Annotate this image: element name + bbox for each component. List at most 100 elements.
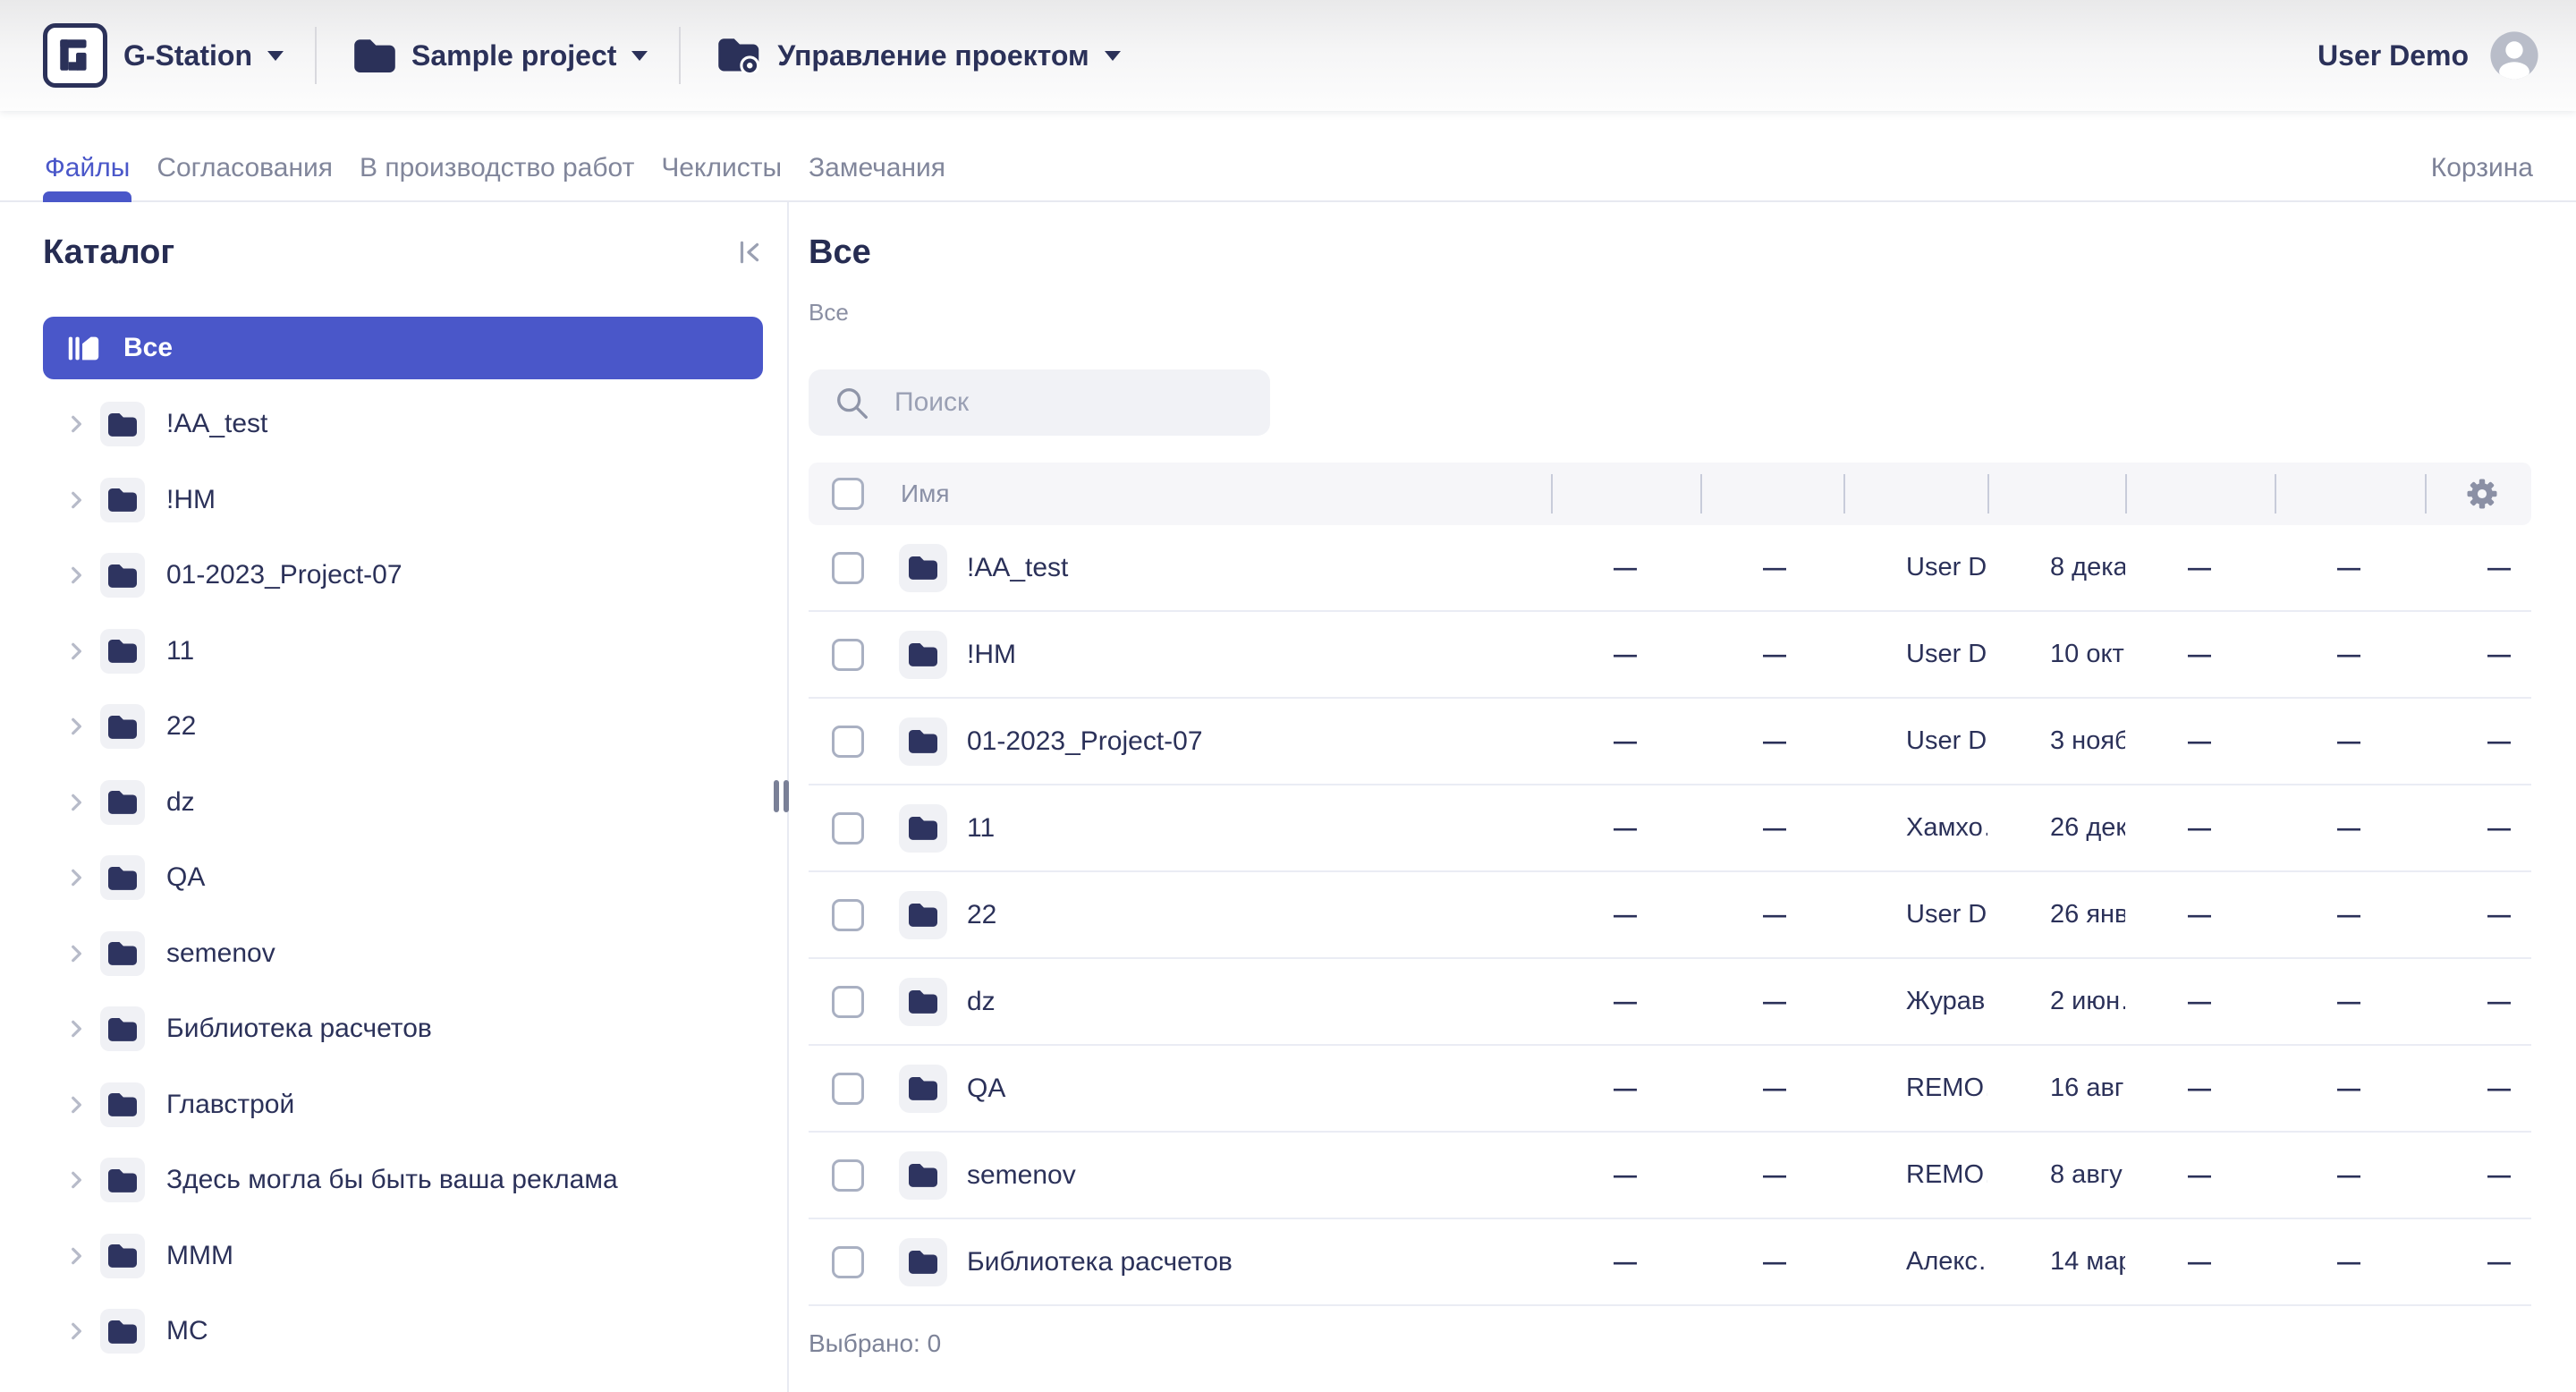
- table-row[interactable]: 11——Хамхо…26 дек…———: [809, 785, 2531, 872]
- tab-4[interactable]: Чеклисты: [659, 136, 784, 200]
- chevron-right-icon[interactable]: [64, 943, 88, 964]
- table-settings-gear-icon[interactable]: [2462, 474, 2502, 514]
- empty-cell: —: [2275, 901, 2425, 929]
- row-checkbox[interactable]: [832, 552, 864, 584]
- sidebar-item-all[interactable]: Все: [43, 317, 763, 379]
- folder-icon: [899, 631, 947, 679]
- folder-icon: [100, 1006, 145, 1051]
- empty-cell: —: [1700, 1161, 1843, 1189]
- column-divider[interactable]: [1551, 463, 1700, 525]
- column-divider[interactable]: [1843, 463, 1987, 525]
- row-checkbox[interactable]: [832, 1246, 864, 1278]
- tab-1[interactable]: Файлы: [43, 136, 131, 200]
- chevron-down-icon: [267, 50, 284, 62]
- chevron-right-icon[interactable]: [64, 716, 88, 737]
- owner-cell: User D…: [1843, 553, 1987, 582]
- tab-3[interactable]: В производство работ: [358, 136, 636, 200]
- search-input[interactable]: [809, 369, 1270, 436]
- row-checkbox[interactable]: [832, 1073, 864, 1105]
- column-divider[interactable]: [2125, 463, 2275, 525]
- table-row[interactable]: 22——User D…26 янв…———: [809, 872, 2531, 959]
- project-switcher[interactable]: Sample project: [354, 38, 648, 72]
- sidebar-folder-item[interactable]: МС: [43, 1294, 787, 1370]
- empty-cell: —: [2425, 1161, 2532, 1189]
- chevron-right-icon[interactable]: [64, 413, 88, 435]
- sidebar-folder-item[interactable]: Главстрой: [43, 1067, 787, 1143]
- folder-tree: !AA_test!HM01-2023_Project-0711 22 dzQAsem…: [43, 386, 787, 1370]
- user-menu[interactable]: User Demo: [2318, 30, 2540, 81]
- sidebar-folder-item[interactable]: Библиотека расчетов: [43, 991, 787, 1067]
- file-name: 01-2023_Project-07: [967, 726, 1203, 757]
- sidebar-folder-item[interactable]: !AA_test: [43, 386, 787, 463]
- section-switcher[interactable]: Управление проектом: [718, 38, 1121, 73]
- folder-label: Главстрой: [166, 1090, 294, 1120]
- empty-cell: —: [1700, 814, 1843, 842]
- app-switcher[interactable]: G-Station: [43, 23, 284, 88]
- empty-cell: —: [2125, 1248, 2275, 1276]
- collapse-sidebar-icon[interactable]: [735, 238, 764, 267]
- modified-cell: 2 июн…: [1987, 987, 2125, 1016]
- empty-cell: —: [1700, 988, 1843, 1015]
- chevron-right-icon[interactable]: [64, 489, 88, 511]
- row-checkbox[interactable]: [832, 639, 864, 671]
- chevron-right-icon[interactable]: [64, 1169, 88, 1191]
- folder-icon: [899, 1065, 947, 1113]
- empty-cell: —: [1551, 1161, 1700, 1189]
- folder-label: 22: [166, 711, 196, 742]
- row-checkbox[interactable]: [832, 726, 864, 758]
- tab-5[interactable]: Замечания: [807, 136, 947, 200]
- file-name: semenov: [967, 1160, 1076, 1191]
- sidebar-folder-item[interactable]: МММ: [43, 1218, 787, 1294]
- sidebar-folder-item[interactable]: 11: [43, 614, 787, 690]
- sidebar-title: Каталог: [43, 233, 174, 272]
- sidebar-folder-item[interactable]: semenov: [43, 916, 787, 992]
- row-checkbox[interactable]: [832, 899, 864, 931]
- table-row[interactable]: dz——Журав…2 июн…———: [809, 959, 2531, 1046]
- table-row[interactable]: QA——REMO…16 авг…———: [809, 1046, 2531, 1133]
- sidebar-item-label: Все: [123, 333, 173, 363]
- chevron-right-icon[interactable]: [64, 564, 88, 586]
- sidebar-folder-item[interactable]: !HM: [43, 463, 787, 539]
- table-row[interactable]: Библиотека расчетов——Алекс…14 мар…———: [809, 1219, 2531, 1306]
- empty-cell: —: [1700, 1074, 1843, 1102]
- folder-icon: [899, 891, 947, 939]
- name-cell: semenov: [895, 1151, 1551, 1200]
- table-row[interactable]: semenov——REMO…8 авгу…———: [809, 1133, 2531, 1219]
- chevron-right-icon[interactable]: [64, 1094, 88, 1116]
- chevron-right-icon[interactable]: [64, 641, 88, 662]
- row-checkbox[interactable]: [832, 986, 864, 1018]
- chevron-right-icon[interactable]: [64, 1245, 88, 1267]
- tab-2[interactable]: Согласования: [155, 136, 335, 200]
- chevron-right-icon[interactable]: [64, 1320, 88, 1342]
- owner-cell: User D…: [1843, 640, 1987, 669]
- column-divider[interactable]: [1987, 463, 2125, 525]
- empty-cell: —: [2275, 988, 2425, 1015]
- g-station-logo-icon: [43, 23, 107, 88]
- sidebar-folder-item[interactable]: Здесь могла бы быть ваша реклама: [43, 1142, 787, 1218]
- sidebar-folder-item[interactable]: dz: [43, 765, 787, 841]
- search-box: [809, 369, 1270, 436]
- table-row[interactable]: !HM——User D…10 окт…———: [809, 612, 2531, 699]
- empty-cell: —: [2425, 554, 2532, 581]
- select-all-checkbox[interactable]: [832, 478, 864, 510]
- chevron-right-icon[interactable]: [64, 792, 88, 813]
- sidebar-folder-item[interactable]: QA: [43, 840, 787, 916]
- empty-cell: —: [2125, 554, 2275, 581]
- chevron-right-icon[interactable]: [64, 1018, 88, 1040]
- row-checkbox[interactable]: [832, 812, 864, 845]
- table-row[interactable]: !AA_test——User D…8 дека…———: [809, 525, 2531, 612]
- table-row[interactable]: 01-2023_Project-07——User D…3 нояб…———: [809, 699, 2531, 785]
- empty-cell: —: [1700, 641, 1843, 668]
- breadcrumb[interactable]: Все: [809, 299, 2533, 327]
- empty-cell: —: [2125, 814, 2275, 842]
- column-divider[interactable]: [2275, 463, 2425, 525]
- table-body: !AA_test——User D…8 дека…———!HM——User D…1…: [809, 525, 2531, 1306]
- sidebar-folder-item[interactable]: 22: [43, 689, 787, 765]
- chevron-right-icon[interactable]: [64, 867, 88, 888]
- trash-link[interactable]: Корзина: [2431, 153, 2533, 183]
- row-checkbox[interactable]: [832, 1159, 864, 1192]
- panel-resize-handle[interactable]: [774, 780, 789, 812]
- sidebar-folder-item[interactable]: 01-2023_Project-07: [43, 538, 787, 614]
- column-divider[interactable]: [1700, 463, 1843, 525]
- empty-cell: —: [2125, 727, 2275, 755]
